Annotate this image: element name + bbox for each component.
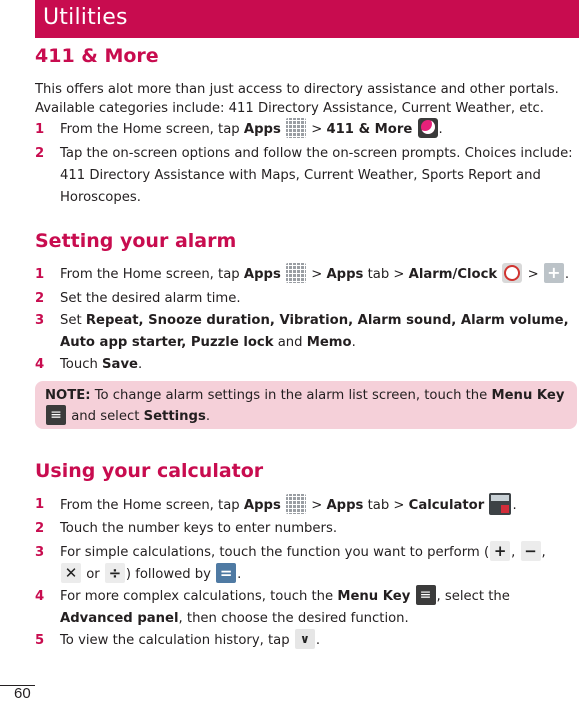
calculator-app-icon — [489, 493, 512, 515]
plus-key-icon: + — [490, 541, 511, 561]
divide-key-icon: ÷ — [104, 563, 125, 583]
step-text: Set the desired alarm time. — [60, 291, 241, 306]
step-text: Tap the on-screen options and follow the… — [60, 146, 573, 205]
note-text: To change alarm settings in the alarm li… — [90, 388, 492, 403]
alarm-clock-icon — [502, 263, 523, 283]
step-number: 1 — [35, 122, 45, 137]
equals-key-icon: = — [216, 563, 237, 583]
intro-line-1: This offers alot more than just access t… — [35, 82, 559, 97]
step-calc-4: 4 For more complex calculations, touch t… — [35, 585, 575, 630]
advanced-panel-label: Advanced panel — [60, 611, 179, 626]
section-title: Utilities — [43, 5, 128, 30]
step-411-2: 2 Tap the on-screen options and follow t… — [35, 143, 575, 209]
period: . — [205, 409, 211, 424]
step-number: 3 — [35, 313, 45, 328]
comma: , — [541, 545, 546, 560]
step-number: 2 — [35, 291, 45, 306]
step-number: 5 — [35, 633, 45, 648]
comma: , — [511, 545, 520, 560]
step-text: For more complex calculations, touch the — [60, 589, 338, 604]
step-text: , select the — [436, 589, 510, 604]
step-calc-3: 3 For simple calculations, touch the fun… — [35, 541, 575, 586]
calculator-label: Calculator — [408, 498, 485, 513]
step-calc-1: 1 From the Home screen, tap Apps > Apps … — [35, 493, 575, 517]
note-box: NOTE: To change alarm settings in the al… — [35, 381, 577, 429]
period: . — [237, 567, 242, 582]
heading-using-calculator: Using your calculator — [35, 460, 264, 482]
period: . — [564, 267, 570, 282]
page-number: 60 — [14, 685, 31, 702]
or-word: or — [82, 567, 104, 582]
memo-label: Memo — [306, 335, 352, 350]
separator: > — [307, 498, 327, 513]
period: . — [315, 633, 321, 648]
note-text: and select — [67, 409, 144, 424]
step-text: ) followed by — [125, 567, 216, 582]
step-text: Set — [60, 313, 86, 328]
apps-grid-icon — [286, 494, 307, 514]
intro-line-2: Available categories include: 411 Direct… — [35, 101, 544, 116]
step-number: 4 — [35, 589, 45, 604]
apps-grid-icon — [286, 263, 307, 283]
intro-paragraph: This offers alot more than just access t… — [35, 80, 575, 118]
step-text: For simple calculations, touch the funct… — [60, 545, 490, 560]
step-alarm-1: 1 From the Home screen, tap Apps > Apps … — [35, 263, 575, 286]
step-text: From the Home screen, tap — [60, 122, 244, 137]
411-more-app-icon — [417, 118, 438, 138]
apps-grid-icon — [286, 118, 307, 138]
settings-label: Settings — [143, 409, 206, 424]
menu-key-icon: ≡ — [415, 585, 436, 605]
chevron-down-icon: ∨ — [294, 629, 315, 649]
step-number: 2 — [35, 146, 45, 161]
step-number: 2 — [35, 521, 45, 536]
apps-tab-label: Apps — [326, 498, 364, 513]
step-alarm-4: 4 Touch Save. — [35, 354, 575, 376]
menu-key-label: Menu Key — [491, 388, 565, 403]
step-calc-2: 2 Touch the number keys to enter numbers… — [35, 518, 575, 540]
411-more-label: 411 & More — [326, 122, 413, 137]
separator: > — [307, 122, 327, 137]
step-calc-5: 5 To view the calculation history, tap ∨… — [35, 629, 575, 652]
step-text: , then choose the desired function. — [178, 611, 409, 626]
tab-word: tab > — [363, 498, 409, 513]
apps-label: Apps — [243, 267, 281, 282]
step-number: 1 — [35, 267, 45, 282]
step-text: Touch — [60, 357, 103, 372]
menu-key-icon: ≡ — [46, 405, 66, 425]
step-alarm-3: 3 Set Repeat, Snooze duration, Vibration… — [35, 310, 575, 354]
step-text: To view the calculation history, tap — [60, 633, 294, 648]
heading-setting-alarm: Setting your alarm — [35, 230, 237, 252]
and-word: and — [273, 335, 307, 350]
period: . — [351, 335, 356, 350]
step-number: 3 — [35, 545, 45, 560]
period: . — [137, 357, 143, 372]
alarm-clock-label: Alarm/Clock — [408, 267, 498, 282]
section-header-bar: Utilities — [35, 0, 579, 38]
note-label: NOTE: — [45, 388, 91, 403]
apps-label: Apps — [243, 498, 281, 513]
save-label: Save — [102, 357, 138, 372]
tab-word: tab > — [363, 267, 409, 282]
add-plus-icon: + — [543, 263, 564, 283]
apps-label: Apps — [243, 122, 281, 137]
step-number: 1 — [35, 497, 45, 512]
step-411-1: 1 From the Home screen, tap Apps > 411 &… — [35, 118, 575, 141]
step-alarm-2: 2 Set the desired alarm time. — [35, 288, 575, 310]
multiply-key-icon: ✕ — [61, 563, 81, 583]
period: . — [512, 498, 517, 513]
separator: > — [523, 267, 543, 282]
minus-key-icon: − — [520, 541, 541, 561]
separator: > — [307, 267, 327, 282]
period: . — [438, 122, 443, 137]
apps-tab-label: Apps — [326, 267, 364, 282]
menu-key-label: Menu Key — [337, 589, 411, 604]
step-text: From the Home screen, tap — [60, 267, 244, 282]
heading-411-more: 411 & More — [35, 45, 159, 67]
step-text: Touch the number keys to enter numbers. — [60, 521, 338, 536]
step-text: From the Home screen, tap — [60, 498, 244, 513]
step-number: 4 — [35, 357, 45, 372]
